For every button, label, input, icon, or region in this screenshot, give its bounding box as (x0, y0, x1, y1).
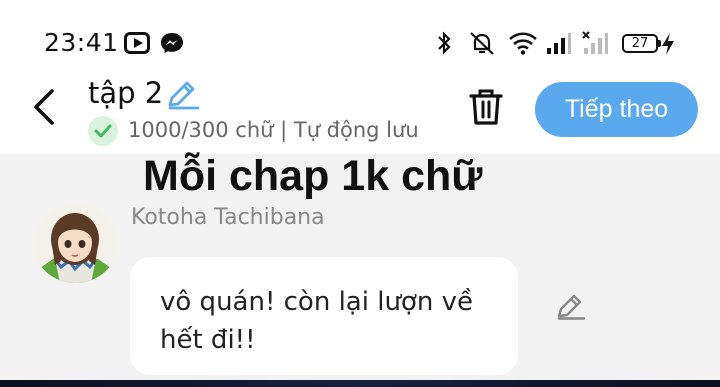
message-text: vô quán! còn lại lượn về hết đi!! (160, 287, 473, 355)
edit-title-icon[interactable] (166, 80, 200, 110)
delete-trash-icon[interactable] (468, 88, 504, 126)
youtube-icon (124, 32, 150, 54)
status-bar: 23:41 27 (0, 0, 720, 80)
edit-message-icon[interactable] (556, 292, 586, 320)
character-avatar[interactable] (33, 203, 118, 283)
saved-check-icon (88, 116, 118, 146)
message-bubble[interactable]: vô quán! còn lại lượn về hết đi!! (130, 257, 518, 375)
signal-icon (547, 33, 571, 54)
bottom-background-strip (0, 380, 720, 387)
bluetooth-icon (438, 31, 451, 55)
chapter-note-text: Mỗi chap 1k chữ (143, 152, 483, 200)
battery-icon: 27 (622, 34, 661, 53)
clock: 23:41 (44, 28, 119, 57)
signal-no-service-icon (582, 31, 608, 54)
word-count-status: 1000/300 chữ | Tự động lưu (128, 118, 419, 142)
charging-icon (662, 33, 674, 55)
back-arrow-icon[interactable] (30, 88, 58, 126)
character-name: Kotoha Tachibana (131, 205, 325, 230)
page-title: tập 2 (88, 76, 164, 110)
wifi-icon (509, 32, 537, 55)
messenger-icon (161, 33, 183, 53)
next-button[interactable]: Tiếp theo (535, 82, 698, 137)
do-not-disturb-icon (470, 32, 494, 55)
